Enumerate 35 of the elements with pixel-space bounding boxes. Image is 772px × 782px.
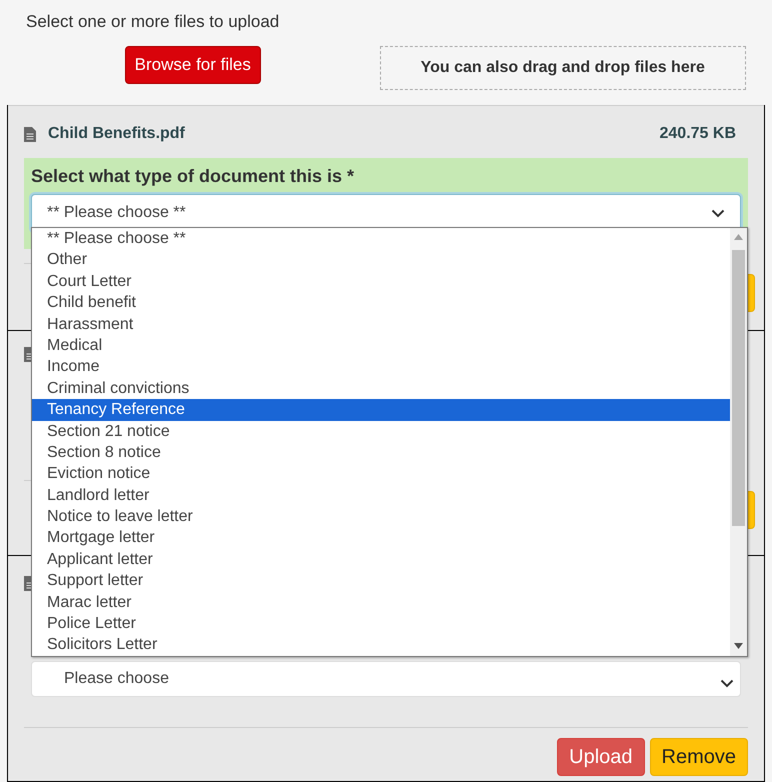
dropdown-option[interactable]: Child benefit <box>32 292 730 314</box>
file-size: 240.75 KB <box>660 124 736 144</box>
dropdown-option[interactable]: Marac letter <box>32 592 730 614</box>
dropdown-option[interactable]: Medical <box>32 334 730 356</box>
remove-button[interactable]: Remove <box>650 738 748 776</box>
dropdown-option[interactable]: Eviction notice <box>32 463 730 485</box>
dropdown-option[interactable]: Applicant letter <box>32 548 730 570</box>
dropdown-option[interactable]: Criminal convictions <box>32 378 730 400</box>
dropdown-option[interactable]: Court Letter <box>32 270 730 292</box>
upload-button[interactable]: Upload <box>557 738 645 776</box>
scroll-up-icon[interactable] <box>734 234 743 240</box>
dropdown-option[interactable]: Harassment <box>32 314 730 335</box>
dropdown-option[interactable]: Mortgage letter <box>32 527 730 549</box>
file-name: Child Benefits.pdf <box>48 124 185 144</box>
dropdown-option[interactable]: Notice to leave letter <box>32 506 730 528</box>
document-icon <box>24 126 36 142</box>
chevron-down-icon <box>711 208 725 218</box>
dropdown-option[interactable]: Support letter <box>32 570 730 592</box>
document-type-select[interactable]: Please choose <box>31 661 741 697</box>
dropdown-option[interactable]: Solicitors Letter <box>32 634 730 656</box>
dropdown-option[interactable]: Other <box>32 249 730 271</box>
scroll-down-icon[interactable] <box>734 643 743 649</box>
dropdown-option[interactable]: Landlord letter <box>32 484 730 506</box>
dropdown-option[interactable]: Income <box>32 356 730 378</box>
chevron-down-icon <box>720 679 734 688</box>
scrollbar[interactable] <box>730 228 747 656</box>
dropdown-option[interactable]: Section 8 notice <box>32 442 730 464</box>
drop-zone[interactable]: You can also drag and drop files here <box>380 46 746 90</box>
upload-prompt: Select one or more files to upload <box>26 11 280 33</box>
document-type-label: Select what type of document this is * <box>31 165 356 188</box>
dropdown-option[interactable]: Police Letter <box>32 613 730 634</box>
dropdown-option[interactable]: Section 21 notice <box>32 420 730 442</box>
dropdown-option[interactable]: Tenancy Reference <box>32 399 730 421</box>
scrollbar-thumb[interactable] <box>732 250 745 526</box>
browse-button[interactable]: Browse for files <box>125 46 261 84</box>
